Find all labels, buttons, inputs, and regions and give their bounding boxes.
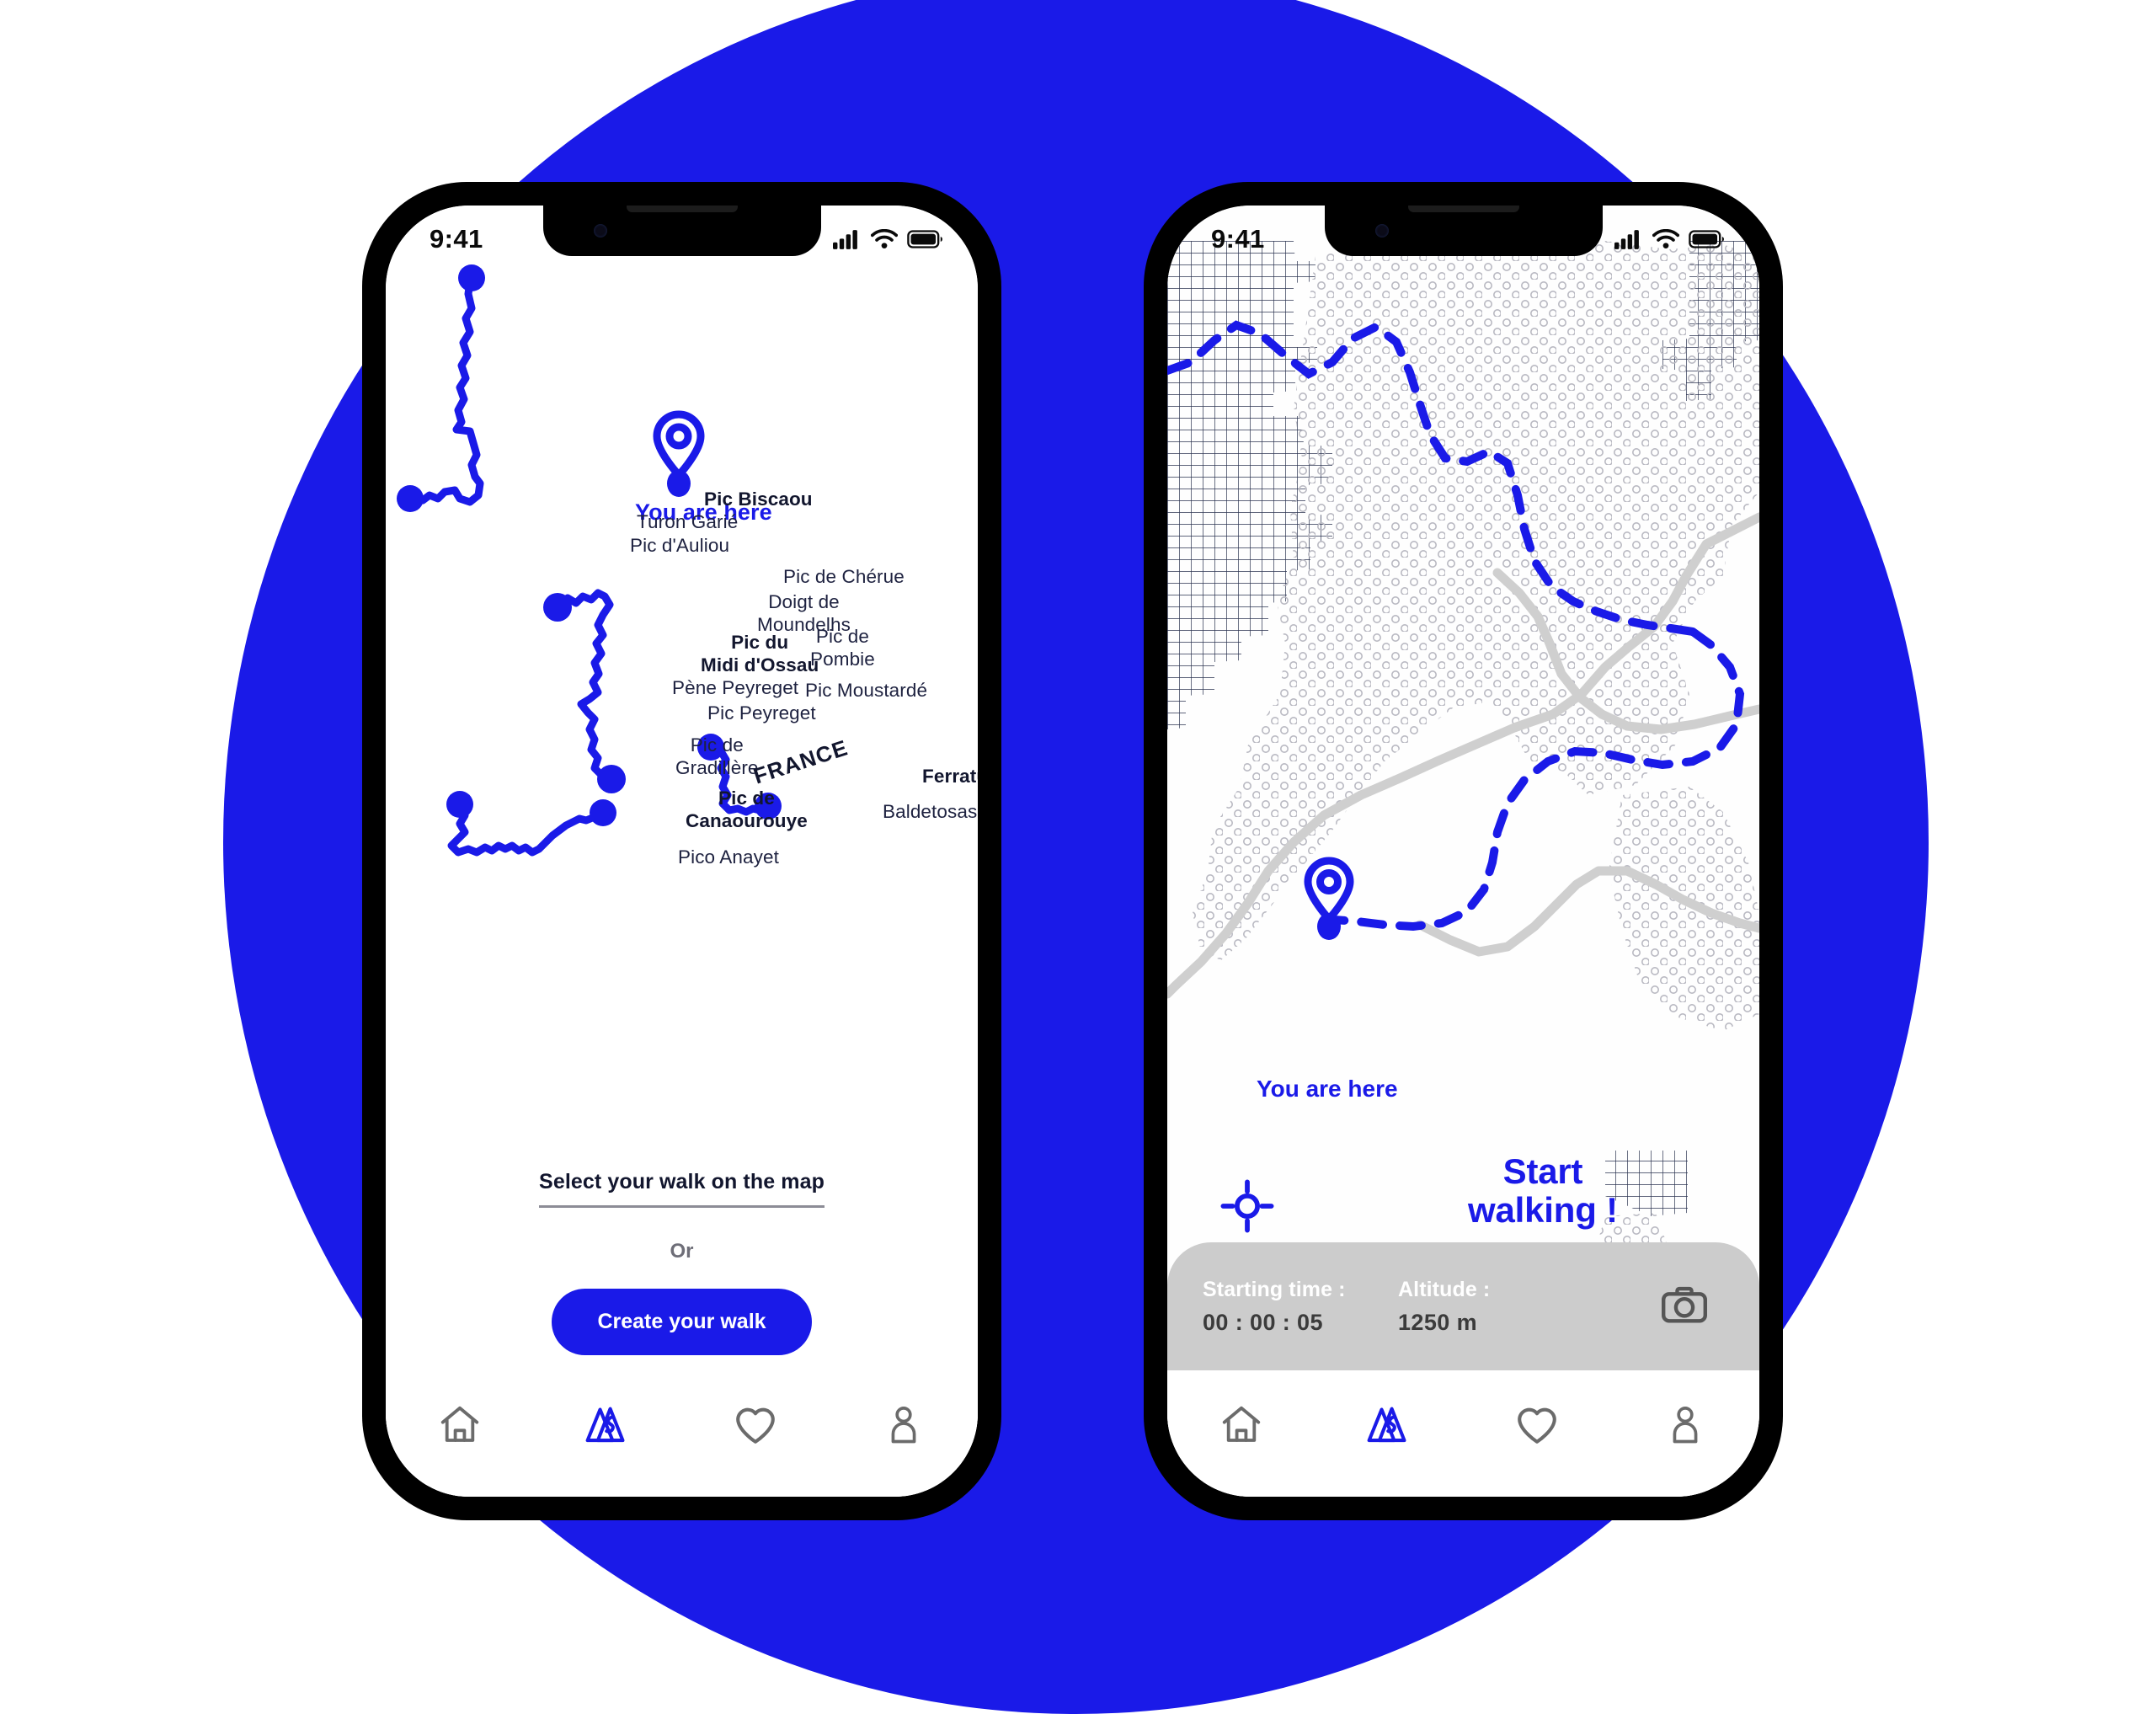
altitude-value: 1250 m — [1398, 1309, 1477, 1335]
front-camera — [1374, 224, 1389, 238]
peak-label-pico-anayet: Pico Anayet — [678, 846, 779, 868]
nav-walks-button[interactable] — [572, 1389, 644, 1461]
phone-notch-left — [542, 206, 821, 256]
peak-label-pene-peyreget: Pène Peyreget — [672, 677, 799, 698]
bottom-nav-right — [1167, 1370, 1759, 1497]
screenshot-canvas: You are here Pic Biscaou Turon Garié Pic… — [0, 0, 2156, 1714]
peak-label-pic-moustarde: Pic Moustardé — [805, 680, 928, 701]
bottom-nav-left — [386, 1370, 978, 1497]
walk-stats-bar: Starting time : 00 : 00 : 05 Altitude : … — [1167, 1242, 1759, 1370]
peak-label-pic-du-midi-dossau: Pic du Midi d'Ossau — [701, 632, 819, 676]
create-your-walk-button[interactable]: Create your walk — [552, 1289, 812, 1355]
nav-profile-button[interactable] — [867, 1389, 940, 1461]
peak-label-pic-de-pombie: Pic de Pombie — [810, 626, 875, 670]
start-walking-label: Start walking ! — [1468, 1151, 1618, 1230]
earpiece-speaker — [626, 206, 738, 212]
heart-icon — [1518, 1407, 1557, 1444]
starting-time-label: Starting time : — [1203, 1277, 1346, 1301]
front-camera — [593, 224, 607, 238]
phone-mockup-right: You are here Start walking ! Starting ti… — [1145, 184, 1781, 1519]
phone-notch-right — [1324, 206, 1603, 256]
altitude-label: Altitude : — [1398, 1277, 1491, 1301]
locate-me-button[interactable] — [1219, 1178, 1275, 1234]
heart-icon — [736, 1407, 776, 1444]
peak-label-turon-garie: Turon Garié — [637, 511, 739, 532]
or-divider-label: Or — [670, 1240, 694, 1263]
peak-label-pic-biscaou: Pic Biscaou — [704, 489, 813, 510]
altitude-block: Altitude : 1250 m — [1368, 1278, 1490, 1336]
home-icon — [1222, 1406, 1261, 1442]
peak-label-ferraturas: Ferraturas — [922, 766, 978, 787]
peak-label-pic-de-cherue: Pic de Chérue — [783, 566, 905, 587]
starting-time-block: Starting time : 00 : 00 : 05 — [1167, 1278, 1368, 1336]
camera-icon — [1662, 1286, 1707, 1323]
select-walk-link[interactable]: Select your walk on the map — [539, 1170, 825, 1208]
mountain-icon — [585, 1407, 625, 1443]
take-photo-button[interactable] — [1658, 1280, 1710, 1332]
map-pin-icon-right — [1304, 857, 1354, 940]
locate-target-icon — [1220, 1179, 1274, 1233]
peak-label-pic-de-gradillere: Pic de Gradillère — [675, 734, 759, 779]
walk-cta-group: Select your walk on the map Or Create yo… — [386, 1170, 978, 1355]
phone-mockup-left: You are here Pic Biscaou Turon Garié Pic… — [364, 184, 1000, 1519]
you-are-here-label-right: You are here — [1257, 1076, 1398, 1102]
screen-start-walking: You are here Start walking ! Starting ti… — [1167, 206, 1759, 1497]
nav-walks-button-right[interactable] — [1353, 1389, 1426, 1461]
earpiece-speaker — [1407, 206, 1519, 212]
starting-time-value: 00 : 00 : 05 — [1203, 1309, 1323, 1335]
peak-label-baldetosas: Baldetosas — [883, 801, 978, 822]
nav-profile-button-right[interactable] — [1649, 1389, 1721, 1461]
nav-home-button[interactable] — [424, 1389, 496, 1461]
mountain-icon — [1367, 1407, 1406, 1443]
nav-favorites-button-right[interactable] — [1501, 1389, 1573, 1461]
home-icon — [440, 1406, 479, 1442]
peak-label-pic-peyreget: Pic Peyreget — [707, 702, 816, 724]
peak-label-pic-dauliou: Pic d'Auliou — [630, 535, 730, 556]
peak-label-pic-de-canaourouye: Pic de Canaourouye — [686, 788, 808, 832]
nav-home-button-right[interactable] — [1205, 1389, 1278, 1461]
profile-icon — [1673, 1407, 1698, 1444]
nav-favorites-button[interactable] — [719, 1389, 792, 1461]
map-pin-icon-left — [653, 410, 705, 497]
screen-select-walk: You are here Pic Biscaou Turon Garié Pic… — [386, 206, 978, 1497]
profile-icon — [891, 1407, 916, 1444]
